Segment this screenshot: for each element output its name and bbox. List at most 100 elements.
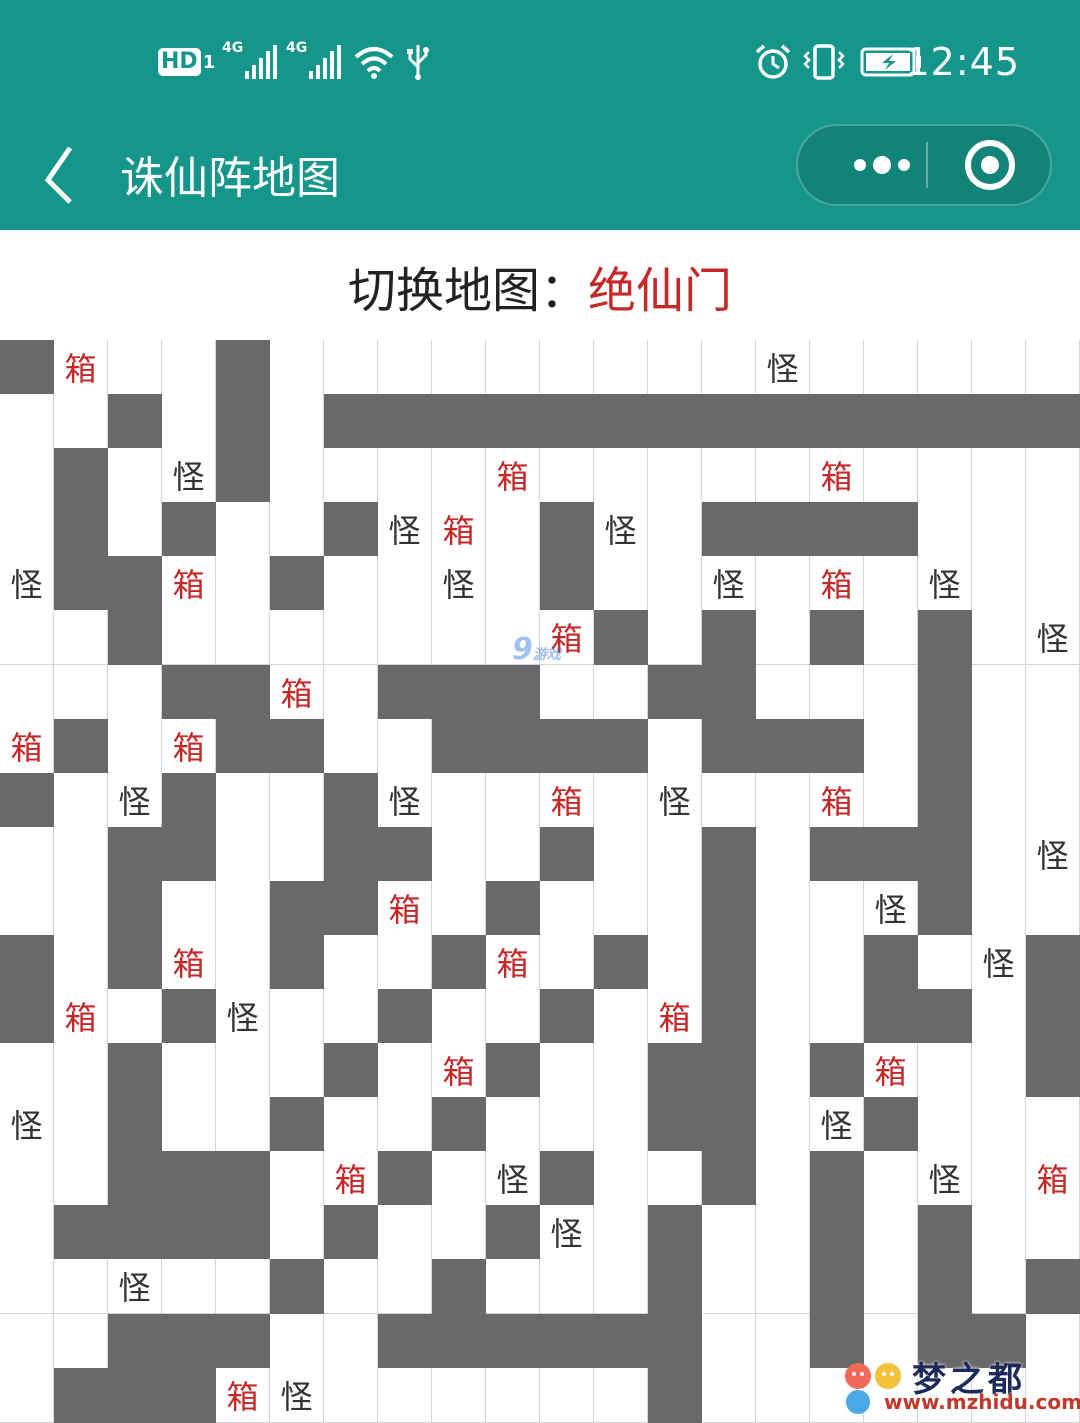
maze-cell[interactable] (540, 1097, 594, 1153)
maze-cell[interactable] (0, 1313, 54, 1369)
maze-cell[interactable] (486, 772, 540, 828)
maze-cell[interactable] (270, 448, 324, 504)
maze-cell-box[interactable]: 箱 (810, 556, 864, 612)
maze-cell-monster[interactable]: 怪 (918, 1151, 972, 1207)
maze-cell[interactable] (54, 826, 108, 882)
maze-cell[interactable] (864, 1205, 918, 1261)
maze-cell[interactable] (378, 448, 432, 504)
maze-cell[interactable] (0, 1151, 54, 1207)
maze-cell-monster[interactable]: 怪 (864, 880, 918, 936)
maze-cell[interactable] (972, 772, 1026, 828)
maze-cell-box[interactable]: 箱 (0, 718, 54, 774)
maze-cell[interactable] (324, 1367, 378, 1423)
maze-cell[interactable] (432, 880, 486, 936)
maze-cell-fake[interactable]: 假 (1026, 1313, 1080, 1369)
maze-cell-box[interactable]: 箱 (540, 610, 594, 666)
back-button[interactable] (36, 140, 96, 210)
maze-cell[interactable] (162, 1043, 216, 1099)
maze-cell[interactable] (918, 502, 972, 558)
maze-cell[interactable] (1026, 1205, 1080, 1261)
maze-cell[interactable] (216, 1259, 270, 1315)
maze-cell[interactable] (972, 1151, 1026, 1207)
maze-cell[interactable] (324, 718, 378, 774)
maze-cell[interactable] (648, 1151, 702, 1207)
maze-cell-box[interactable]: 箱 (432, 1043, 486, 1099)
maze-cell[interactable] (594, 826, 648, 882)
maze-cell[interactable] (972, 340, 1026, 395)
maze-cell-monster[interactable]: 怪 (378, 502, 432, 558)
maze-cell[interactable] (432, 1205, 486, 1261)
maze-cell[interactable] (972, 1097, 1026, 1153)
maze-cell[interactable] (378, 1043, 432, 1099)
maze-cell-exit[interactable]: 出 (1026, 340, 1080, 395)
maze-cell-monster[interactable]: 怪 (540, 1205, 594, 1261)
maze-cell[interactable] (756, 880, 810, 936)
maze-cell[interactable] (54, 934, 108, 990)
maze-cell[interactable] (540, 664, 594, 720)
maze-cell-monster[interactable]: 怪 (1026, 610, 1080, 666)
maze-cell[interactable] (594, 772, 648, 828)
maze-cell-monster[interactable]: 怪 (702, 556, 756, 612)
maze-cell-box[interactable]: 箱 (216, 1367, 270, 1423)
maze-cell-monster[interactable]: 怪 (0, 556, 54, 612)
maze-cell[interactable] (594, 1205, 648, 1261)
maze-cell[interactable] (162, 610, 216, 666)
maze-cell[interactable] (918, 340, 972, 395)
maze-cell[interactable] (972, 448, 1026, 504)
maze-cell[interactable] (594, 556, 648, 612)
maze-cell[interactable] (702, 772, 756, 828)
maze-cell-eye[interactable]: 眼 (756, 772, 810, 828)
maze-cell-monster[interactable]: 怪 (432, 556, 486, 612)
maze-cell[interactable] (0, 1205, 54, 1261)
maze-cell[interactable] (1026, 1097, 1080, 1153)
maze-cell[interactable] (756, 1259, 810, 1315)
maze-cell[interactable] (972, 556, 1026, 612)
maze-cell-monster[interactable]: 怪 (270, 1367, 324, 1423)
maze-cell-monster[interactable]: 怪 (162, 448, 216, 504)
maze-cell[interactable] (972, 610, 1026, 666)
maze-cell[interactable] (486, 1367, 540, 1423)
maze-cell[interactable] (756, 556, 810, 612)
maze-cell[interactable] (486, 502, 540, 558)
maze-cell[interactable] (594, 448, 648, 504)
maze-cell[interactable] (216, 1097, 270, 1153)
maze-cell[interactable] (270, 502, 324, 558)
maze-cell[interactable] (972, 1205, 1026, 1261)
maze-cell[interactable] (0, 826, 54, 882)
maze-cell[interactable] (972, 880, 1026, 936)
maze-cell[interactable] (972, 1367, 1026, 1423)
maze-cell[interactable] (378, 718, 432, 774)
maze-cell[interactable] (756, 1313, 810, 1369)
maze-cell[interactable] (486, 989, 540, 1045)
maze-cell[interactable] (702, 1313, 756, 1369)
maze-cell[interactable] (594, 340, 648, 395)
maze-cell[interactable] (972, 502, 1026, 558)
maze-cell[interactable] (432, 340, 486, 395)
maze-cell[interactable] (54, 610, 108, 666)
maze-cell[interactable] (270, 1313, 324, 1369)
maze-cell[interactable] (918, 934, 972, 990)
maze-cell[interactable] (972, 989, 1026, 1045)
maze-cell[interactable] (324, 1259, 378, 1315)
maze-cell[interactable] (972, 1043, 1026, 1099)
maze-cell[interactable] (216, 934, 270, 990)
current-map-name[interactable]: 绝仙门 (588, 251, 732, 321)
maze-cell[interactable] (540, 1259, 594, 1315)
maze-cell[interactable] (108, 989, 162, 1045)
maze-cell[interactable] (648, 880, 702, 936)
maze-cell[interactable] (54, 772, 108, 828)
switch-map-label[interactable]: 切换地图： (348, 251, 588, 321)
maze-cell[interactable] (216, 610, 270, 666)
maze-cell-monster[interactable]: 怪 (1026, 826, 1080, 882)
maze-cell[interactable] (432, 772, 486, 828)
maze-cell-monster[interactable]: 怪 (108, 1259, 162, 1315)
maze-cell[interactable] (756, 610, 810, 666)
maze-cell[interactable] (378, 1259, 432, 1315)
maze-cell[interactable] (864, 1259, 918, 1315)
maze-cell[interactable] (864, 1367, 918, 1423)
maze-cell[interactable] (864, 772, 918, 828)
maze-cell[interactable] (54, 1097, 108, 1153)
maze-cell[interactable] (1026, 772, 1080, 828)
maze-cell[interactable] (864, 1151, 918, 1207)
maze-cell[interactable] (756, 934, 810, 990)
